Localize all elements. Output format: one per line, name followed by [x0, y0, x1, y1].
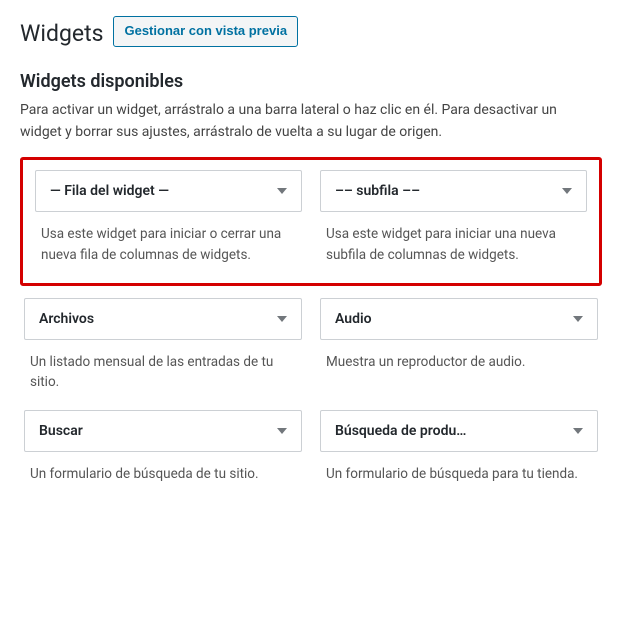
widget-audio-header[interactable]: Audio: [320, 298, 598, 340]
widget-title: Archivos: [39, 311, 102, 327]
widgets-page: Widgets Gestionar con vista previa Widge…: [0, 0, 622, 523]
widget-title: Buscar: [39, 423, 91, 439]
widget-description: Muestra un reproductor de au­dio.: [320, 340, 598, 380]
chevron-down-icon: [562, 188, 572, 194]
chevron-down-icon: [277, 428, 287, 434]
widget-item: Buscar Un formulario de búsqueda de tu s…: [24, 410, 302, 492]
widget-description: Un formulario de búsqueda pa­ra tu tiend…: [320, 452, 598, 492]
available-widgets-title: Widgets disponibles: [20, 71, 602, 92]
widget-row-header[interactable]: — Fila del widget —: [35, 170, 302, 212]
widget-subrow-header[interactable]: –– subfila ––: [320, 170, 587, 212]
widget-description: Un formulario de búsqueda de tu sitio.: [24, 452, 302, 492]
page-header: Widgets Gestionar con vista previa: [20, 10, 602, 53]
widget-title: Audio: [335, 311, 380, 327]
highlighted-widgets-box: — Fila del widget — Usa este widget para…: [20, 157, 602, 286]
widget-item: — Fila del widget — Usa este widget para…: [35, 170, 302, 273]
chevron-down-icon: [573, 428, 583, 434]
widget-description: Usa este widget para iniciar o cerrar un…: [35, 212, 302, 273]
widget-item: Archivos Un listado mensual de las en­tr…: [24, 298, 302, 401]
widget-description: Usa este widget para iniciar una nueva s…: [320, 212, 587, 273]
widget-product-search-header[interactable]: Búsqueda de produ…: [320, 410, 598, 452]
chevron-down-icon: [573, 316, 583, 322]
widget-item: –– subfila –– Usa este widget para inici…: [320, 170, 587, 273]
chevron-down-icon: [277, 316, 287, 322]
widget-description: Un listado mensual de las en­tradas de t…: [24, 340, 302, 401]
page-title: Widgets: [20, 10, 103, 53]
widget-item: Audio Muestra un reproductor de au­dio.: [320, 298, 598, 401]
widget-item: Búsqueda de produ… Un formulario de búsq…: [320, 410, 598, 492]
available-widgets-description: Para activar un widget, arrástralo a una…: [20, 100, 600, 143]
widget-search-header[interactable]: Buscar: [24, 410, 302, 452]
widget-title: –– subfila ––: [335, 183, 428, 199]
widget-title: Búsqueda de produ…: [335, 423, 474, 439]
widget-title: — Fila del widget —: [50, 183, 177, 199]
widget-archives-header[interactable]: Archivos: [24, 298, 302, 340]
chevron-down-icon: [277, 188, 287, 194]
manage-live-preview-button[interactable]: Gestionar con vista previa: [113, 16, 298, 47]
